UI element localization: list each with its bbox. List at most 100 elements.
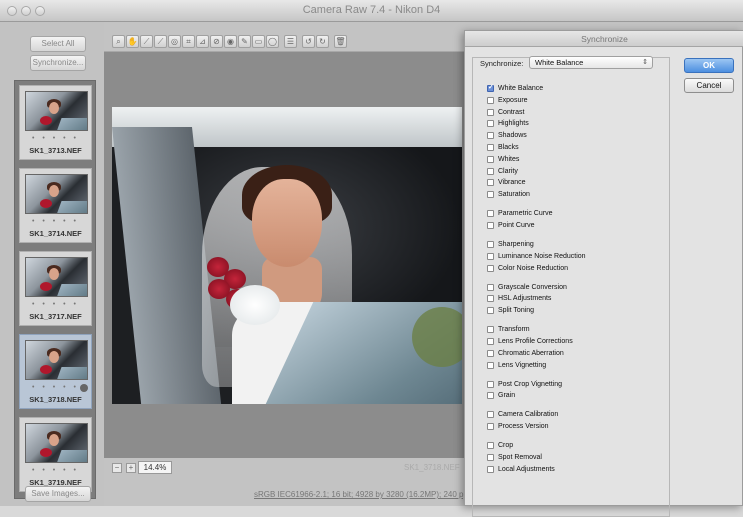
rating-stars[interactable]: • • • • •	[20, 218, 91, 225]
dialog-title: Synchronize	[465, 31, 743, 47]
white-balance-icon[interactable]: ⟋	[140, 35, 153, 48]
checkbox[interactable]	[487, 167, 494, 175]
checkbox[interactable]	[487, 96, 494, 104]
thumbnail-item[interactable]: • • • • • SK1_3717.NEF	[19, 251, 92, 326]
checkbox-label: Spot Removal	[498, 454, 542, 461]
checkbox-label: Process Version	[498, 423, 549, 431]
rotate-right-icon[interactable]: ↻	[316, 35, 329, 48]
checkbox-label: HSL Adjustments	[498, 295, 552, 303]
radial-filter-icon[interactable]: ◯	[266, 35, 279, 48]
adjustment-brush-icon[interactable]: ✎	[238, 35, 251, 48]
checkbox[interactable]	[487, 392, 494, 400]
thumbnail-image	[25, 423, 88, 463]
target-adjust-icon[interactable]: ◎	[168, 35, 181, 48]
graduated-filter-icon[interactable]: ▭	[252, 35, 265, 48]
checkbox-label: Transform	[498, 326, 530, 334]
workflow-options-link[interactable]: sRGB IEC61966-2.1; 16 bit; 4928 by 3280 …	[254, 490, 470, 499]
checkbox[interactable]	[487, 155, 494, 163]
zoom-level-field[interactable]: 14.4%	[138, 461, 172, 474]
checkbox[interactable]	[487, 465, 494, 473]
checkbox[interactable]	[487, 295, 494, 303]
select-all-button[interactable]: Select All	[30, 36, 86, 52]
checkbox[interactable]	[487, 191, 494, 199]
rotate-left-icon[interactable]: ↺	[302, 35, 315, 48]
synchronize-button[interactable]: Synchronize...	[30, 55, 86, 71]
thumbnail-item[interactable]: • • • • • SK1_3719.NEF	[19, 417, 92, 492]
window-title: Camera Raw 7.4 - Nikon D4	[302, 4, 441, 16]
checkbox-label: Chromatic Aberration	[498, 349, 564, 357]
ok-button[interactable]: OK	[684, 58, 734, 73]
checkbox-label: Contrast	[498, 108, 525, 116]
camera-raw-window: Camera Raw 7.4 - Nikon D4 Select All Syn…	[0, 0, 743, 517]
current-filename: SK1_3718.NEF	[404, 463, 460, 472]
hand-icon[interactable]: ✋	[126, 35, 139, 48]
checkbox[interactable]	[487, 210, 494, 218]
checkbox-label: Color Noise Reduction	[498, 264, 569, 272]
checkbox-label: Post Crop Vignetting	[498, 380, 563, 388]
synchronize-preset-select[interactable]: White Balance ⇕	[529, 56, 653, 69]
checkbox[interactable]	[487, 423, 494, 431]
cancel-button[interactable]: Cancel	[684, 78, 734, 93]
checkbox[interactable]	[487, 411, 494, 419]
thumbnail-filename: SK1_3714.NEF	[29, 229, 82, 238]
filmstrip: • • • • • SK1_3713.NEF • • • • • SK1_3714.N…	[14, 80, 96, 499]
checkbox[interactable]	[487, 108, 494, 116]
spot-removal-icon[interactable]: ⊘	[210, 35, 223, 48]
thumbnail-item[interactable]: • • • • • SK1_3718.NEF	[19, 334, 92, 409]
checkbox[interactable]	[487, 120, 494, 128]
thumbnail-item[interactable]: • • • • • SK1_3714.NEF	[19, 168, 92, 243]
checkbox[interactable]	[487, 326, 494, 334]
checkbox-label: Luminance Noise Reduction	[498, 252, 586, 260]
synchronize-dialog: Synchronize Synchronize: White Balance ⇕…	[464, 30, 743, 517]
thumbnail-image	[25, 257, 88, 297]
checkbox[interactable]	[487, 83, 494, 92]
checkbox-label: Parametric Curve	[498, 210, 553, 218]
checkbox-label: White Balance	[498, 85, 544, 92]
rating-stars[interactable]: • • • • •	[20, 301, 91, 308]
checkbox[interactable]	[487, 132, 494, 140]
rating-stars[interactable]: • • • • •	[20, 135, 91, 142]
checkbox[interactable]	[487, 252, 494, 260]
checkbox-label: Grain	[498, 392, 516, 400]
checkbox-label: Local Adjustments	[498, 465, 555, 473]
checkbox[interactable]	[487, 222, 494, 229]
checkbox[interactable]	[487, 454, 494, 461]
trash-icon[interactable]: 🗑	[334, 35, 347, 48]
checkbox-label: Grayscale Conversion	[498, 283, 567, 291]
thumbnail-item[interactable]: • • • • • SK1_3713.NEF	[19, 85, 92, 160]
checkbox[interactable]	[487, 283, 494, 291]
thumbnail-filename: SK1_3718.NEF	[29, 395, 82, 404]
filmstrip-panel: Select All Synchronize... • • • • • SK1_3…	[0, 22, 104, 506]
checkbox-label: Lens Vignetting	[498, 361, 547, 369]
thumbnail-image	[25, 91, 88, 131]
checkbox[interactable]	[487, 380, 494, 388]
checkbox[interactable]	[487, 338, 494, 345]
checkbox-label: Whites	[498, 155, 520, 163]
zoom-in-button[interactable]: +	[126, 463, 136, 473]
red-eye-icon[interactable]: ◉	[224, 35, 237, 48]
zoom-icon[interactable]: ⌕	[112, 35, 125, 48]
checkbox-label: Sharpening	[498, 241, 534, 248]
thumbnail-filename: SK1_3717.NEF	[29, 312, 82, 321]
checkbox[interactable]	[487, 307, 494, 315]
checkbox[interactable]	[487, 349, 494, 357]
checkbox[interactable]	[487, 144, 494, 151]
adjusted-badge-icon	[80, 384, 88, 392]
rating-stars[interactable]: • • • • •	[20, 467, 91, 474]
zoom-out-button[interactable]: −	[112, 463, 122, 473]
preferences-icon[interactable]: ☰	[284, 35, 297, 48]
checkbox[interactable]	[487, 361, 494, 369]
crop-icon[interactable]: ⌗	[182, 35, 195, 48]
straighten-icon[interactable]: ⊿	[196, 35, 209, 48]
checkbox[interactable]	[487, 264, 494, 272]
checkbox[interactable]	[487, 442, 494, 450]
thumbnail-filename: SK1_3713.NEF	[29, 146, 82, 155]
save-images-button[interactable]: Save Images...	[25, 486, 91, 502]
checkbox-label: Vibrance	[498, 179, 526, 187]
checkbox[interactable]	[487, 179, 494, 187]
thumbnail-image	[25, 174, 88, 214]
checkbox-label: Exposure	[498, 96, 528, 104]
checkbox[interactable]	[487, 241, 494, 248]
checkbox-label: Clarity	[498, 167, 518, 175]
color-sampler-icon[interactable]: ⟋	[154, 35, 167, 48]
